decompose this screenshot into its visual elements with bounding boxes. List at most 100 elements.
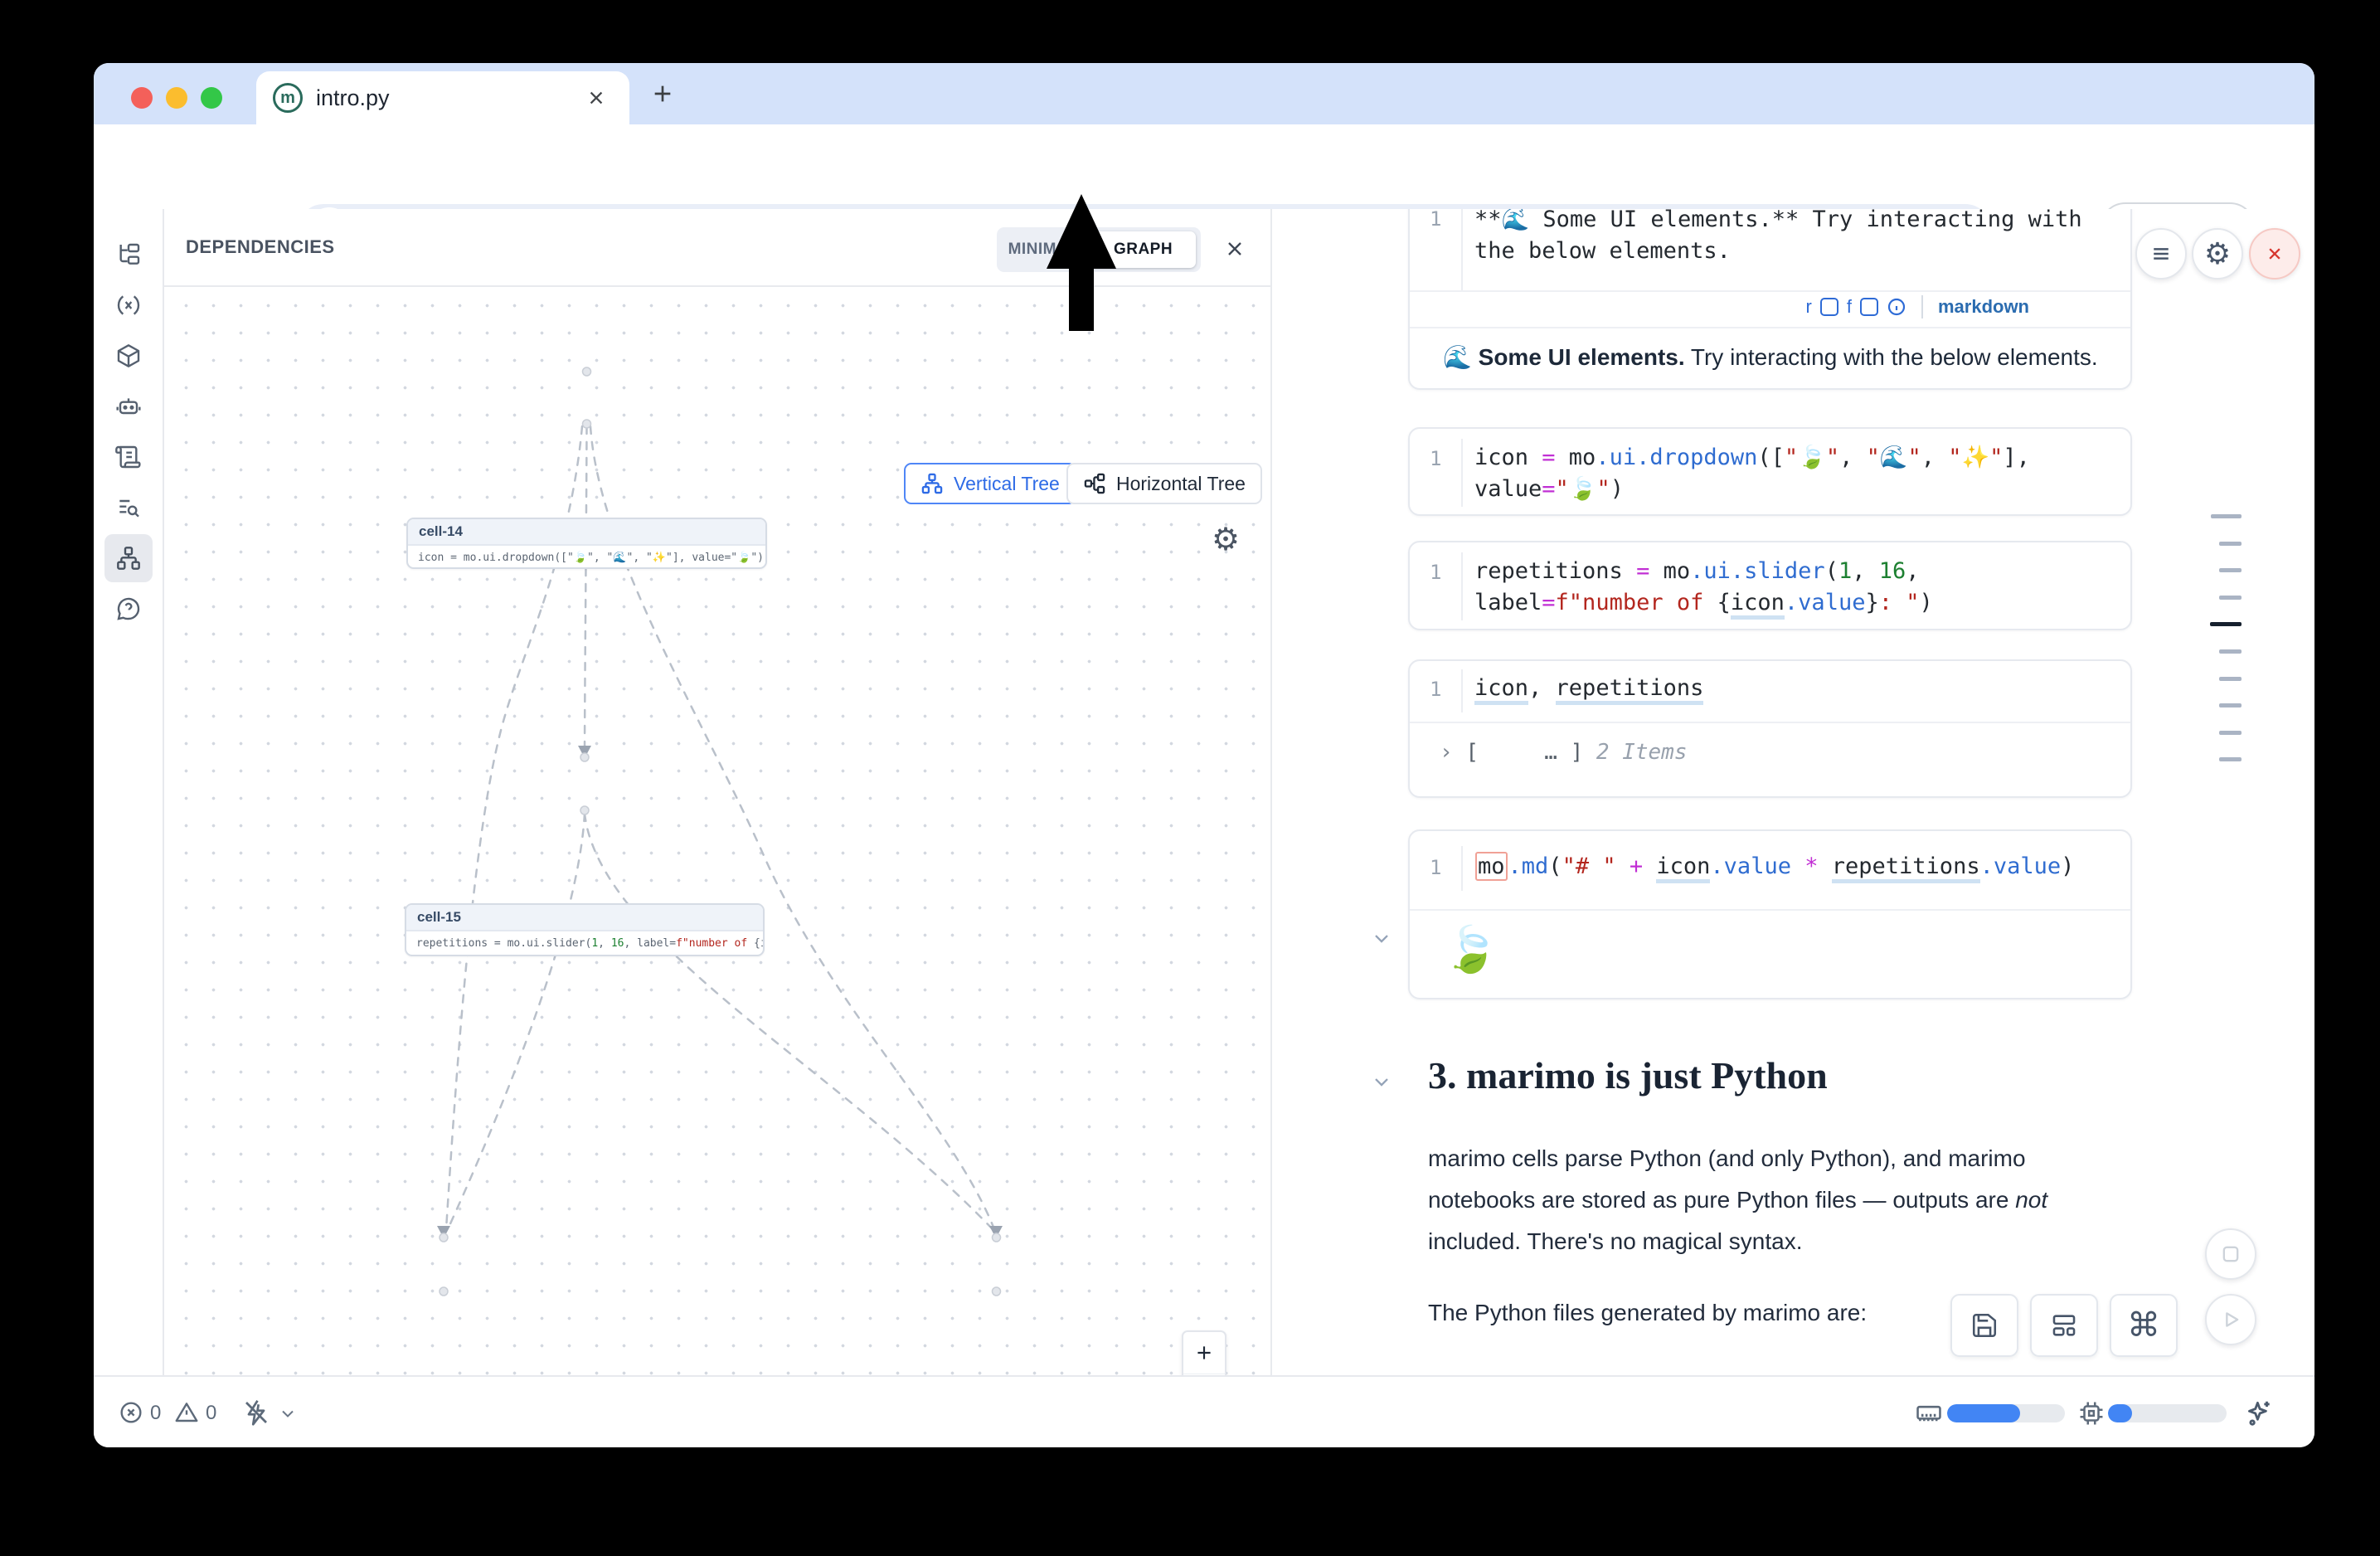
expand-chevron-icon[interactable]: › <box>1440 740 1453 765</box>
help-icon <box>115 596 142 622</box>
close-x-icon <box>2263 242 2286 265</box>
app-sidebar <box>94 209 164 1375</box>
minimap-cell-marker[interactable] <box>2211 514 2242 518</box>
warning-triangle-icon <box>173 1399 200 1426</box>
graph-settings-gear-icon[interactable]: ⚙ <box>1207 521 1244 557</box>
minimize-traffic-light[interactable] <box>166 87 187 109</box>
sidebar-item-snippets[interactable] <box>104 433 153 481</box>
chevron-down-icon[interactable] <box>278 1403 298 1423</box>
list-search-icon <box>115 494 142 521</box>
info-circle-icon[interactable] <box>1887 297 1906 317</box>
horizontal-tree-label: Horizontal Tree <box>1116 473 1246 495</box>
scroll-icon <box>115 444 142 470</box>
sidebar-item-ai-assistant[interactable] <box>104 382 153 430</box>
panel-close-icon[interactable] <box>1220 234 1250 264</box>
markdown-cell[interactable]: 1 **🌊 Some UI elements.** Try interactin… <box>1408 209 2132 390</box>
run-button[interactable] <box>2205 1294 2256 1345</box>
maximize-traffic-light[interactable] <box>201 87 222 109</box>
items-count: 2 Items <box>1596 740 1688 765</box>
sidebar-item-file-explorer[interactable] <box>104 231 153 279</box>
language-mode-label[interactable]: markdown <box>1938 296 2029 318</box>
sidebar-item-logs[interactable] <box>104 484 153 532</box>
code-line[interactable]: label=f"number of {icon.value}: ") <box>1474 587 1933 619</box>
code-cell-dropdown[interactable]: 1 icon = mo.ui.dropdown(["🍃", "🌊", "✨"],… <box>1408 427 2132 516</box>
vertical-tree-label: Vertical Tree <box>954 473 1060 495</box>
graph-node-cell-14[interactable]: cell-14 icon = mo.ui.dropdown(["🍃", "🌊",… <box>406 518 767 569</box>
minimap-cell-marker[interactable] <box>2219 703 2242 707</box>
panel-title: DEPENDENCIES <box>186 209 335 285</box>
close-window-traffic-light[interactable] <box>131 87 153 109</box>
dependency-edges <box>164 287 1270 1375</box>
minimap-cell-marker[interactable] <box>2219 542 2242 546</box>
circle-x-icon <box>118 1399 144 1426</box>
graph-canvas[interactable]: Vertical Tree Horizontal Tree ⚙ cell-14 … <box>164 287 1270 1375</box>
layout-icon <box>2050 1311 2078 1340</box>
autorun-disabled-button[interactable] <box>241 1398 271 1427</box>
minimap-cell-marker[interactable] <box>2219 731 2242 735</box>
keyboard-shortcuts-button[interactable]: ⌘ <box>2110 1294 2178 1357</box>
new-tab-button[interactable] <box>649 80 676 107</box>
minimap-cell-marker[interactable] <box>2219 596 2242 600</box>
errors-count: 0 <box>150 1402 161 1425</box>
graph-node-cell-15[interactable]: cell-15 repetitions = mo.ui.slider(1, 16… <box>405 903 765 956</box>
node-code: icon = mo.ui.dropdown(["🍃", "🌊", "✨"], v… <box>408 546 765 569</box>
minimap-cell-marker-active[interactable] <box>2210 622 2242 626</box>
memory-usage-indicator[interactable] <box>1915 1399 1943 1427</box>
marimo-favicon-icon: m <box>273 83 303 113</box>
cell-mode-toolbar: r f markdown <box>1806 295 2029 318</box>
section-collapse-chevron-icon[interactable] <box>1370 1070 1393 1093</box>
tab-title: intro.py <box>316 71 390 124</box>
code-line[interactable]: mo.md("# " + icon.value * repetitions.va… <box>1474 851 2074 883</box>
node-code: repetitions = mo.ui.slider(1, 16, label=… <box>406 931 763 955</box>
code-line[interactable]: icon, repetitions <box>1474 673 1703 704</box>
code-line[interactable]: repetitions = mo.ui.slider(1, 16, <box>1474 556 1920 587</box>
code-line[interactable]: value="🍃") <box>1474 474 1624 505</box>
code-cell-tuple[interactable]: 1 icon, repetitions › [ … ] 2 Items <box>1408 659 2132 798</box>
code-line[interactable]: icon = mo.ui.dropdown(["🍃", "🌊", "✨"], <box>1474 442 2030 474</box>
stop-icon <box>2219 1242 2242 1266</box>
node-title: cell-14 <box>408 519 765 546</box>
horizontal-tree-button[interactable]: Horizontal Tree <box>1066 463 1262 504</box>
vertical-tree-button[interactable]: Vertical Tree <box>904 463 1076 504</box>
stop-button[interactable] <box>2205 1228 2256 1280</box>
sidebar-item-packages[interactable] <box>104 332 153 380</box>
browser-tab[interactable]: m intro.py <box>256 71 629 124</box>
package-cube-icon <box>115 343 142 369</box>
network-graph-icon <box>115 545 142 571</box>
minimap-cell-marker[interactable] <box>2219 757 2242 761</box>
markdown-output: 🌊 Some UI elements. Try interacting with… <box>1443 343 2098 371</box>
notebook-settings-button[interactable]: ⚙ <box>2192 228 2243 280</box>
sidebar-item-variables[interactable] <box>104 281 153 329</box>
format-key-icon[interactable] <box>1860 298 1878 316</box>
collapse-chevron-icon[interactable] <box>1370 926 1393 950</box>
save-button[interactable] <box>1950 1294 2018 1357</box>
warnings-count: 0 <box>206 1402 216 1425</box>
layout-toggle-button[interactable] <box>2030 1294 2098 1357</box>
shortcut-run-label: r <box>1806 296 1812 318</box>
collapsed-output[interactable]: › [ … ] 2 Items <box>1440 740 1687 765</box>
sidebar-item-dependency-graph[interactable] <box>104 534 153 582</box>
shortcut-format-label: f <box>1847 296 1852 318</box>
code-line[interactable]: **🌊 Some UI elements.** Try interacting … <box>1474 209 2082 236</box>
code-cell-md-output[interactable]: 1 mo.md("# " + icon.value * repetitions.… <box>1408 829 2132 999</box>
cpu-icon <box>2077 1399 2106 1427</box>
tab-close-icon[interactable] <box>585 86 608 109</box>
section-heading: 3. marimo is just Python <box>1428 1053 1828 1097</box>
minimap-cell-marker[interactable] <box>2219 649 2242 654</box>
minimap-cell-marker[interactable] <box>2219 677 2242 681</box>
code-cell-slider[interactable]: 1 repetitions = mo.ui.slider(1, 16, labe… <box>1408 541 2132 630</box>
zoom-in-icon[interactable] <box>1183 1332 1225 1374</box>
section-paragraph: marimo cells parse Python (and only Pyth… <box>1428 1138 2116 1262</box>
errors-indicator[interactable] <box>118 1399 144 1426</box>
run-key-icon[interactable] <box>1820 298 1838 316</box>
leaf-emoji-output: 🍃 <box>1443 924 1498 976</box>
warnings-indicator[interactable] <box>173 1399 200 1426</box>
cpu-usage-indicator[interactable] <box>2077 1399 2106 1427</box>
minimap-cell-marker[interactable] <box>2219 568 2242 572</box>
sidebar-item-help[interactable] <box>104 585 153 633</box>
shutdown-button[interactable] <box>2249 228 2300 280</box>
code-line[interactable]: the below elements. <box>1474 236 1731 267</box>
notebook-menu-button[interactable] <box>2135 228 2187 280</box>
ai-sparkles-button[interactable] <box>2243 1398 2275 1429</box>
notebook-panel: 1 **🌊 Some UI elements.** Try interactin… <box>1270 209 2314 1375</box>
